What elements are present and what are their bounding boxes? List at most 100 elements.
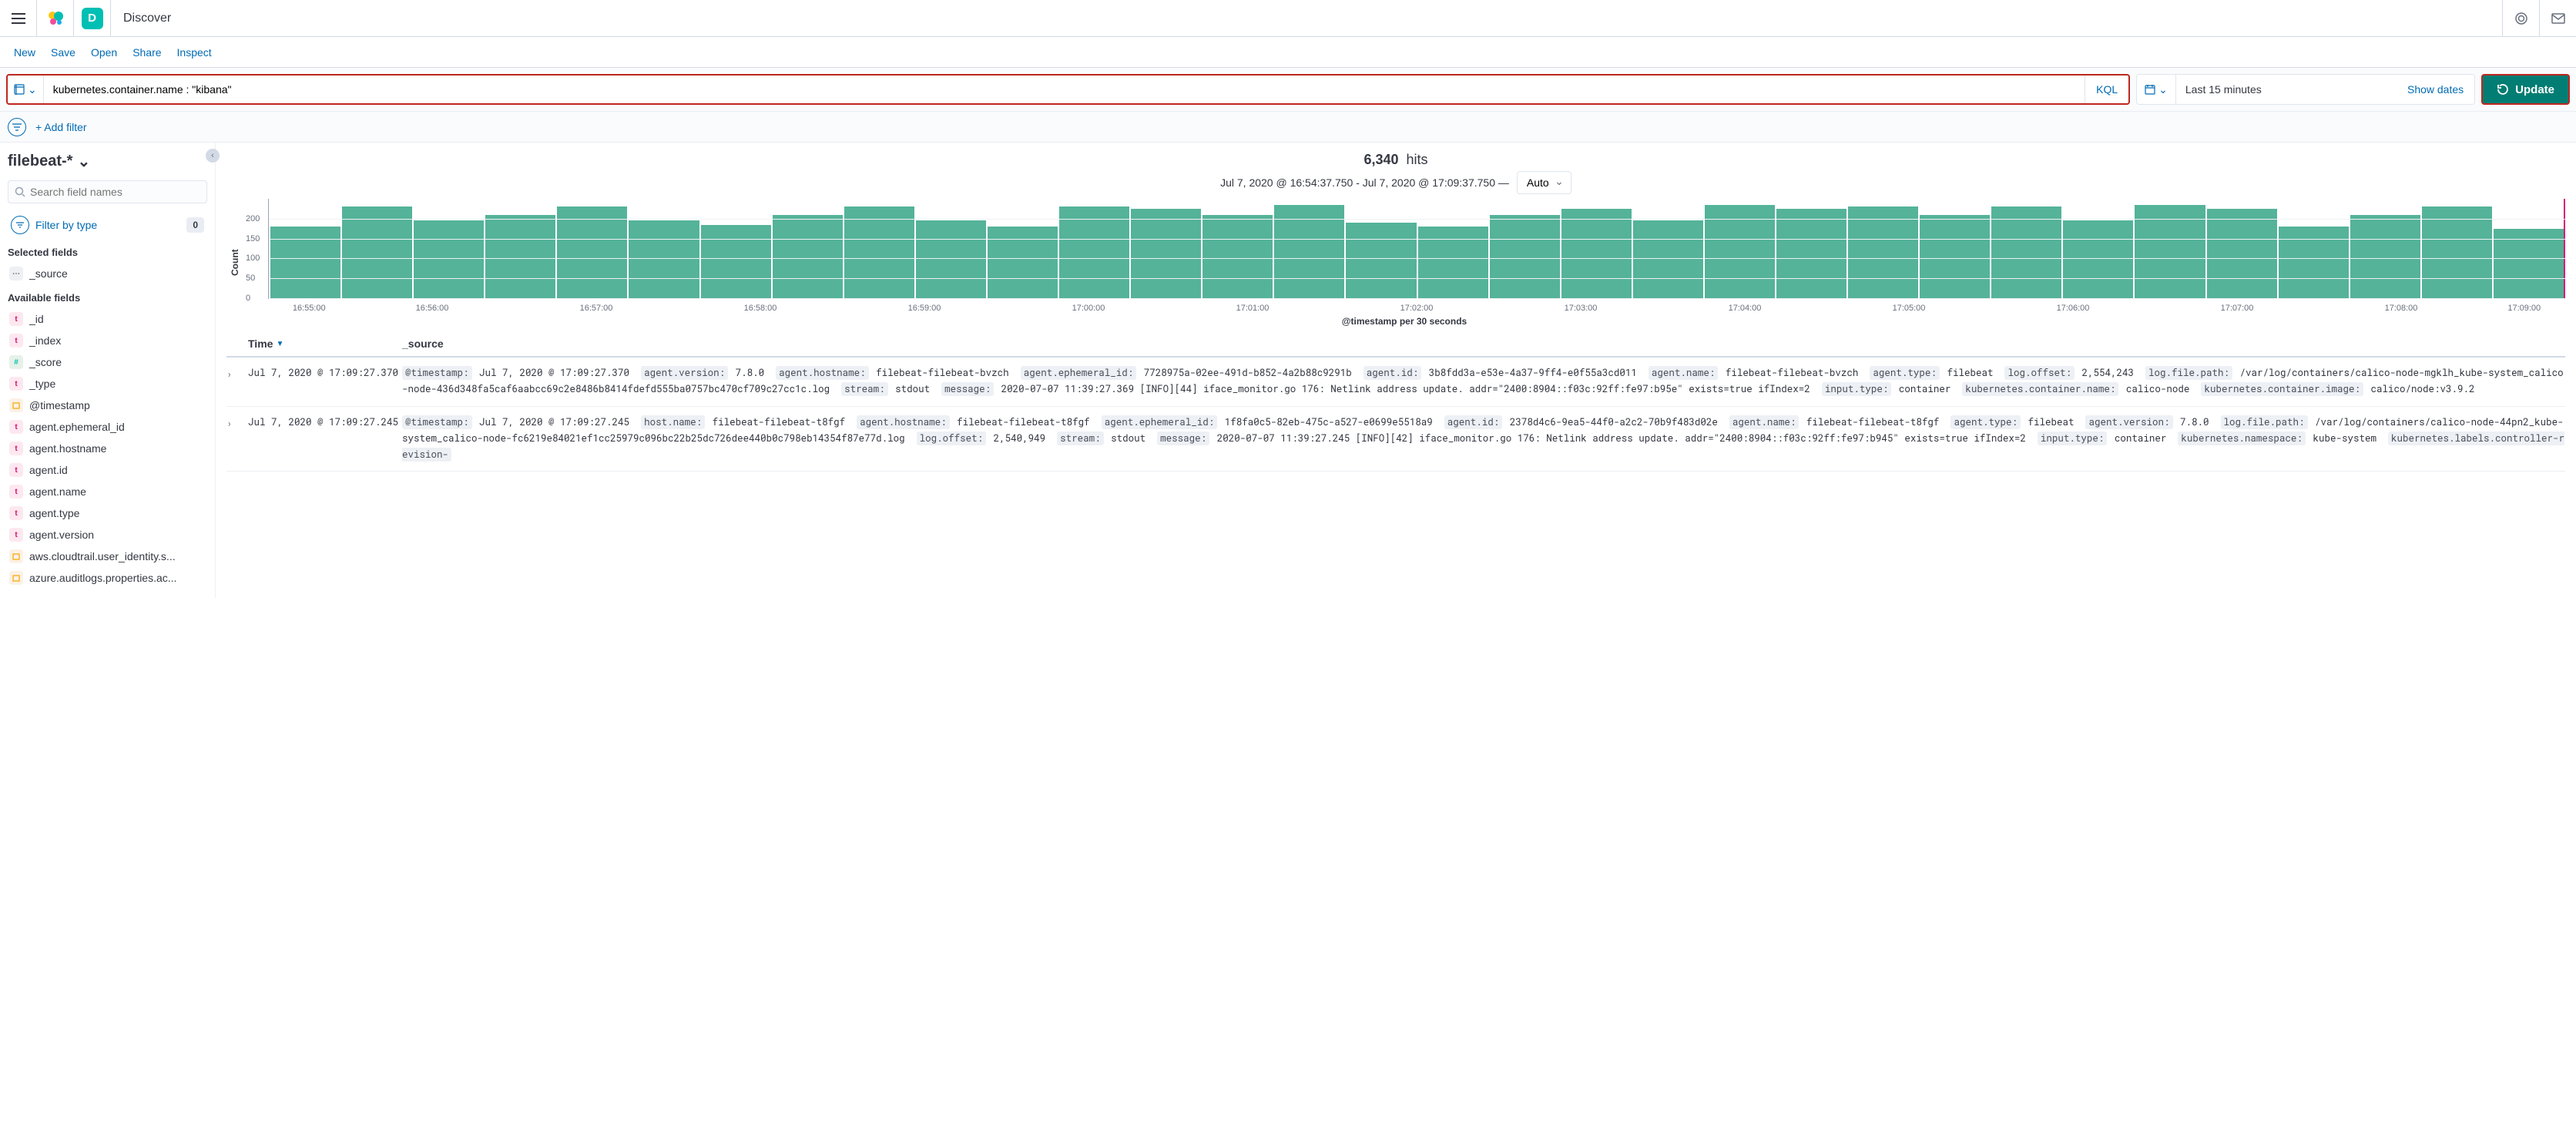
histogram-bar[interactable]	[844, 207, 914, 298]
histogram-bar[interactable]	[1131, 209, 1201, 298]
newsfeed-icon[interactable]	[2502, 0, 2539, 37]
show-dates-button[interactable]: Show dates	[2397, 75, 2474, 104]
add-filter-button[interactable]: + Add filter	[35, 121, 87, 133]
table-row: ›Jul 7, 2020 @ 17:09:27.370@timestamp: J…	[226, 358, 2565, 407]
histogram-bar[interactable]	[1202, 215, 1273, 298]
available-fields-heading: Available fields	[8, 292, 207, 304]
filter-icon	[11, 216, 29, 234]
page-title: Discover	[111, 12, 183, 25]
nav-inspect[interactable]: Inspect	[169, 46, 220, 59]
histogram-bar[interactable]	[2063, 220, 2133, 298]
field-type-token: t	[9, 485, 23, 499]
histogram-bar[interactable]	[1418, 227, 1488, 298]
field-type-token: #	[9, 355, 23, 369]
update-button[interactable]: Update	[2481, 74, 2570, 105]
field-label: _source	[29, 267, 68, 280]
filter-by-type[interactable]: Filter by type 0	[8, 211, 207, 239]
histogram-bar[interactable]	[701, 225, 771, 298]
field-type-token: t	[9, 420, 23, 434]
chart-end-marker	[2564, 199, 2565, 298]
field-type-token: t	[9, 377, 23, 391]
expand-row-button[interactable]: ›	[226, 415, 248, 464]
nav-save[interactable]: Save	[43, 46, 83, 59]
histogram-bar[interactable]	[414, 220, 484, 298]
field-label: agent.ephemeral_id	[29, 421, 125, 433]
histogram-bar[interactable]	[1848, 207, 1918, 298]
field-item[interactable]: aws.cloudtrail.user_identity.s...	[8, 546, 207, 567]
date-range-label[interactable]: Last 15 minutes	[2176, 75, 2397, 104]
field-item[interactable]: tagent.id	[8, 459, 207, 481]
field-item[interactable]: tagent.name	[8, 481, 207, 502]
filter-options-icon[interactable]	[8, 118, 26, 136]
histogram-bar[interactable]	[557, 207, 627, 298]
app-badge[interactable]: D	[74, 0, 111, 37]
hamburger-menu[interactable]	[0, 0, 37, 37]
histogram-bar[interactable]	[1490, 215, 1560, 298]
histogram-bar[interactable]	[342, 207, 412, 298]
field-label: @timestamp	[29, 399, 90, 411]
histogram-bar[interactable]	[2279, 227, 2349, 298]
field-item[interactable]: tagent.hostname	[8, 438, 207, 459]
field-item[interactable]: t _type	[8, 373, 207, 395]
field-item[interactable]: @timestamp	[8, 395, 207, 416]
nav-share[interactable]: Share	[125, 46, 169, 59]
histogram-bar[interactable]	[773, 215, 843, 298]
date-quick-select[interactable]: ⌄	[2137, 75, 2176, 104]
saved-query-button[interactable]: ⌄	[8, 76, 44, 103]
field-label: _score	[29, 356, 62, 368]
field-item[interactable]: t agent.type	[8, 502, 207, 524]
expand-row-button[interactable]: ›	[226, 365, 248, 398]
field-type-token: t	[9, 312, 23, 326]
elastic-logo[interactable]	[37, 0, 74, 37]
field-search[interactable]	[8, 180, 207, 203]
histogram-bar[interactable]	[988, 227, 1058, 298]
index-pattern-selector[interactable]: filebeat-* ⌄	[8, 152, 207, 171]
mail-icon[interactable]	[2539, 0, 2576, 37]
histogram-bar[interactable]	[1991, 207, 2061, 298]
histogram-bar[interactable]	[270, 227, 340, 298]
row-source: @timestamp: Jul 7, 2020 @ 17:09:27.245 h…	[402, 415, 2565, 464]
histogram-bar[interactable]	[629, 220, 699, 298]
time-column-header[interactable]: Time▼	[248, 337, 402, 350]
histogram-bar[interactable]	[916, 220, 986, 298]
field-label: _type	[29, 378, 55, 390]
field-label: agent.hostname	[29, 442, 106, 455]
chevron-down-icon: ⌄	[28, 83, 37, 96]
field-item[interactable]: t _index	[8, 330, 207, 351]
nav-open[interactable]: Open	[83, 46, 125, 59]
chevron-down-icon: ⌄	[2158, 83, 2168, 96]
histogram-bar[interactable]	[2350, 215, 2420, 298]
field-search-input[interactable]	[30, 186, 200, 198]
filter-count-badge: 0	[186, 217, 204, 233]
histogram-bar[interactable]	[485, 215, 555, 298]
query-input[interactable]	[44, 76, 2085, 103]
field-item[interactable]: t agent.ephemeral_id	[8, 416, 207, 438]
histogram-bar[interactable]	[1059, 207, 1129, 298]
field-type-token: t	[9, 334, 23, 348]
histogram-chart[interactable]: Count 050100150200 16:55:0016:56:0016:57…	[226, 199, 2565, 327]
kql-toggle[interactable]: KQL	[2085, 76, 2128, 103]
histogram-bar[interactable]	[1776, 209, 1846, 298]
field-label: agent.type	[29, 507, 79, 519]
histogram-bar[interactable]	[2422, 207, 2492, 298]
field-item[interactable]: # _score	[8, 351, 207, 373]
field-item[interactable]: azure.auditlogs.properties.ac...	[8, 567, 207, 589]
nav-new[interactable]: New	[6, 46, 43, 59]
histogram-bar[interactable]	[1346, 223, 1416, 298]
field-label: _index	[29, 334, 61, 347]
field-item[interactable]: t_id	[8, 308, 207, 330]
sort-desc-icon: ▼	[276, 340, 283, 348]
field-item[interactable]: tagent.version	[8, 524, 207, 546]
field-label: azure.auditlogs.properties.ac...	[29, 572, 176, 584]
histogram-bar[interactable]	[2207, 209, 2277, 298]
histogram-bar[interactable]	[1633, 220, 1703, 298]
field-type-token: t	[9, 506, 23, 520]
source-column-header[interactable]: _source	[402, 337, 2565, 350]
field-type-token: ⋯	[9, 267, 23, 280]
collapse-sidebar-button[interactable]: ‹	[206, 149, 220, 163]
histogram-bar[interactable]	[1561, 209, 1632, 298]
interval-select[interactable]: Auto	[1517, 171, 1571, 194]
histogram-bar[interactable]	[1920, 215, 1990, 298]
top-nav: New Save Open Share Inspect	[0, 37, 2576, 68]
field-item[interactable]: ⋯ _source	[8, 263, 207, 284]
